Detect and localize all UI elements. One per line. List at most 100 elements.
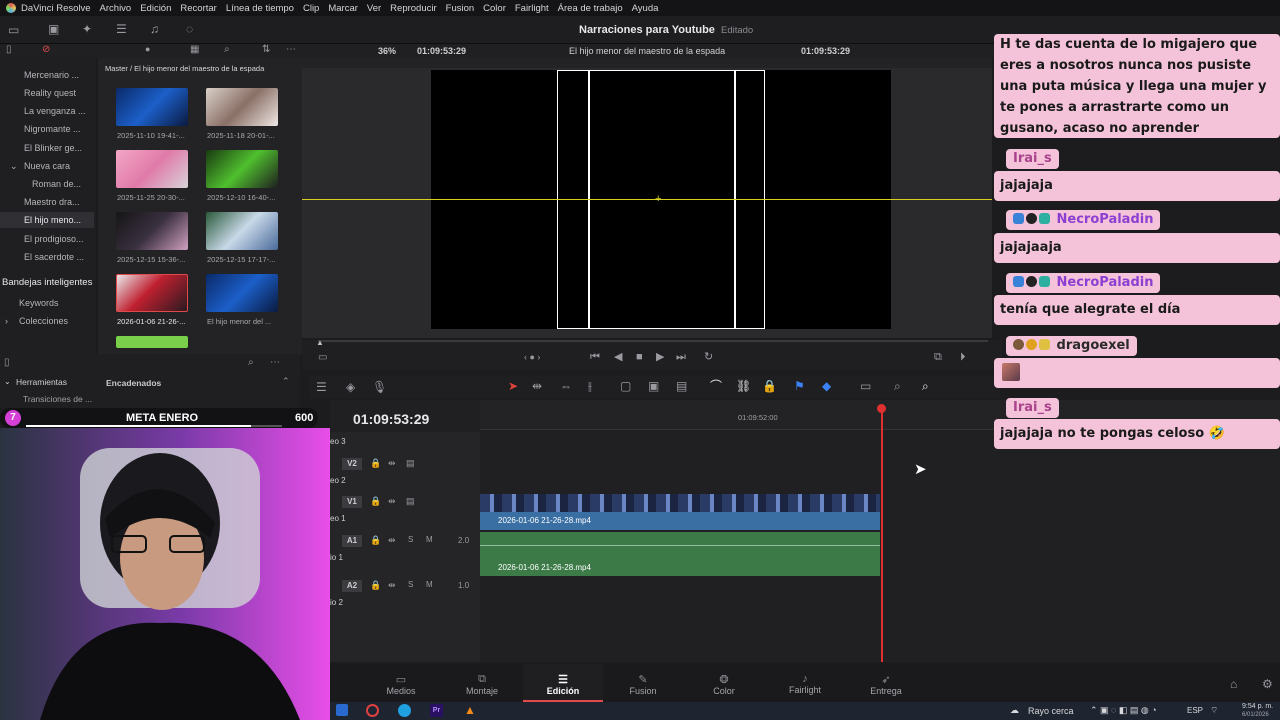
solo-button[interactable]: S bbox=[408, 536, 413, 544]
panel-toggle-icon[interactable]: ▯ bbox=[4, 358, 10, 368]
menu-clip[interactable]: Clip bbox=[303, 3, 319, 14]
auto-select-icon[interactable]: ⇹ bbox=[388, 536, 396, 545]
tab-fusion[interactable]: ✎ Fusion bbox=[603, 664, 683, 702]
clip-thumbnail[interactable] bbox=[116, 88, 188, 126]
bin-expand-icon[interactable]: ⌄ bbox=[10, 161, 18, 172]
menu-edicion[interactable]: Edición bbox=[140, 3, 171, 14]
clip-thumbnail[interactable] bbox=[206, 150, 278, 188]
bin-item[interactable]: Reality quest bbox=[24, 88, 76, 98]
track-a2-id[interactable]: A2 bbox=[342, 580, 362, 592]
mute-button[interactable]: M bbox=[426, 581, 433, 589]
overwrite-clip-icon[interactable]: ▣ bbox=[648, 380, 659, 392]
microphone-icon[interactable]: 🎙 bbox=[372, 381, 387, 393]
clip-thumbnail[interactable] bbox=[206, 212, 278, 250]
bin-item[interactable]: La venganza ... bbox=[24, 106, 86, 116]
insert-clip-icon[interactable]: ▢ bbox=[620, 380, 631, 392]
effects-icon[interactable]: ▣ bbox=[48, 23, 59, 35]
menu-ver[interactable]: Ver bbox=[367, 3, 381, 14]
go-to-start-icon[interactable]: ⏮ bbox=[590, 352, 600, 363]
menu-app[interactable]: DaVinci Resolve bbox=[21, 3, 91, 14]
more-options-icon[interactable]: ⋯ bbox=[286, 45, 296, 55]
bin-item-selected[interactable]: El hijo meno... bbox=[24, 215, 81, 225]
lock-icon[interactable]: 🔒 bbox=[370, 581, 381, 590]
smart-bin-keywords[interactable]: Keywords bbox=[19, 298, 59, 308]
viewer-options-icon[interactable]: ▭ bbox=[318, 353, 327, 363]
zoom-detail-icon[interactable]: ⌕ bbox=[894, 380, 901, 392]
track-v2-id[interactable]: V2 bbox=[342, 458, 362, 470]
blade-tool-icon[interactable]: ⫲ bbox=[588, 380, 592, 392]
enable-track-icon[interactable]: ▤ bbox=[406, 497, 415, 506]
grid-view-icon[interactable]: ▦ bbox=[190, 45, 199, 55]
replace-clip-icon[interactable]: ▤ bbox=[676, 380, 687, 392]
lock-icon[interactable]: 🔒 bbox=[370, 536, 381, 545]
bin-item[interactable]: Mercenario ... bbox=[24, 70, 79, 80]
jog-icon[interactable]: ‹ ● › bbox=[524, 353, 540, 362]
sound-library-icon[interactable]: ♫ bbox=[150, 23, 159, 35]
no-entry-icon[interactable]: ⊘ bbox=[42, 45, 50, 55]
track-v1-id[interactable]: V1 bbox=[342, 496, 362, 508]
smart-bin-expand-icon[interactable]: › bbox=[5, 316, 8, 326]
tools-label[interactable]: Herramientas bbox=[16, 377, 67, 387]
weather-text[interactable]: Rayo cerca bbox=[1028, 706, 1074, 716]
input-language[interactable]: ESP bbox=[1187, 706, 1203, 715]
clock-time[interactable]: 9:54 p. m. bbox=[1242, 703, 1273, 710]
trim-tool-icon[interactable]: ⇹ bbox=[532, 380, 542, 392]
auto-select-icon[interactable]: ⇹ bbox=[388, 459, 396, 468]
tab-color[interactable]: ❂ Color bbox=[684, 664, 764, 702]
tab-fairlight[interactable]: ♪ Fairlight bbox=[765, 664, 845, 702]
snapping-icon[interactable]: ⌒ bbox=[710, 380, 722, 392]
zoom-level[interactable]: 36% bbox=[378, 46, 396, 56]
video-clip[interactable]: 2026-01-06 21-26-28.mp4 bbox=[480, 512, 880, 530]
search-icon[interactable]: ⌕ bbox=[224, 45, 230, 55]
bin-item[interactable]: Maestro dra... bbox=[24, 197, 80, 207]
fx-icon[interactable]: ◈ bbox=[346, 381, 355, 393]
clock-date[interactable]: 6/01/2026 bbox=[1242, 712, 1269, 718]
app-icon[interactable] bbox=[336, 704, 348, 716]
track-a1-id[interactable]: A1 bbox=[342, 535, 362, 547]
edge-icon[interactable] bbox=[398, 704, 411, 717]
tab-montaje[interactable]: ⧉ Montaje bbox=[442, 664, 522, 702]
playhead-handle[interactable] bbox=[877, 404, 886, 413]
stop-icon[interactable]: ■ bbox=[636, 352, 643, 363]
loop-icon[interactable]: ↻ bbox=[704, 352, 713, 363]
lock-icon[interactable]: 🔒 bbox=[762, 380, 777, 392]
menu-linea-tiempo[interactable]: Línea de tiempo bbox=[226, 3, 294, 14]
home-icon[interactable]: ⌂ bbox=[1230, 678, 1237, 690]
menu-recortar[interactable]: Recortar bbox=[180, 3, 216, 14]
next-edit-icon[interactable]: ⏵ bbox=[960, 352, 966, 363]
bin-item[interactable]: El sacerdote ... bbox=[24, 252, 84, 262]
tab-entrega[interactable]: ➶ Entrega bbox=[846, 664, 926, 702]
menu-color[interactable]: Color bbox=[483, 3, 506, 14]
settings-gear-icon[interactable]: ⚙ bbox=[1262, 678, 1273, 690]
media-pool-icon[interactable]: ▭ bbox=[8, 24, 19, 36]
tray-icons[interactable]: ⌃ ▣ ◌ ◧ ▤ ◍ ◔ bbox=[1090, 705, 1157, 716]
bin-item[interactable]: Roman de... bbox=[32, 179, 81, 189]
bin-item[interactable]: Nigromante ... bbox=[24, 124, 81, 134]
layout-icon[interactable]: ☰ bbox=[316, 381, 327, 393]
clip-thumbnail[interactable] bbox=[206, 274, 278, 312]
scrubber-handle-icon[interactable]: ▲ bbox=[316, 339, 324, 347]
flag-icon[interactable]: ⚑ bbox=[794, 380, 805, 392]
menu-ayuda[interactable]: Ayuda bbox=[632, 3, 659, 14]
enable-track-icon[interactable]: ▤ bbox=[406, 459, 415, 468]
marker-icon[interactable]: ◆ bbox=[822, 380, 831, 392]
tab-edicion[interactable]: ☰ Edición bbox=[523, 664, 603, 702]
menu-area-trabajo[interactable]: Área de trabajo bbox=[558, 3, 623, 14]
selection-tool-icon[interactable]: ➤ bbox=[508, 380, 518, 392]
menu-fairlight[interactable]: Fairlight bbox=[515, 3, 549, 14]
dynamic-trim-icon[interactable]: ⇔ bbox=[560, 380, 572, 392]
timeline-selector[interactable]: El hijo menor del maestro de la espada bbox=[569, 46, 725, 56]
auto-select-icon[interactable]: ⇹ bbox=[388, 497, 396, 506]
mute-button[interactable]: M bbox=[426, 536, 433, 544]
clip-thumbnail[interactable] bbox=[206, 88, 278, 126]
hide-icon[interactable]: ◌ bbox=[186, 23, 193, 35]
more-options-icon[interactable]: ⋯ bbox=[270, 358, 280, 368]
lock-icon[interactable]: 🔒 bbox=[370, 459, 381, 468]
collapse-icon[interactable]: ⌃ bbox=[282, 377, 290, 386]
go-to-end-icon[interactable]: ⏭ bbox=[676, 352, 686, 363]
solo-button[interactable]: S bbox=[408, 581, 413, 589]
menu-marcar[interactable]: Marcar bbox=[328, 3, 358, 14]
play-icon[interactable]: ▶ bbox=[656, 352, 664, 363]
clip-thumbnail[interactable] bbox=[116, 212, 188, 250]
link-icon[interactable]: ⛓ bbox=[736, 380, 751, 392]
